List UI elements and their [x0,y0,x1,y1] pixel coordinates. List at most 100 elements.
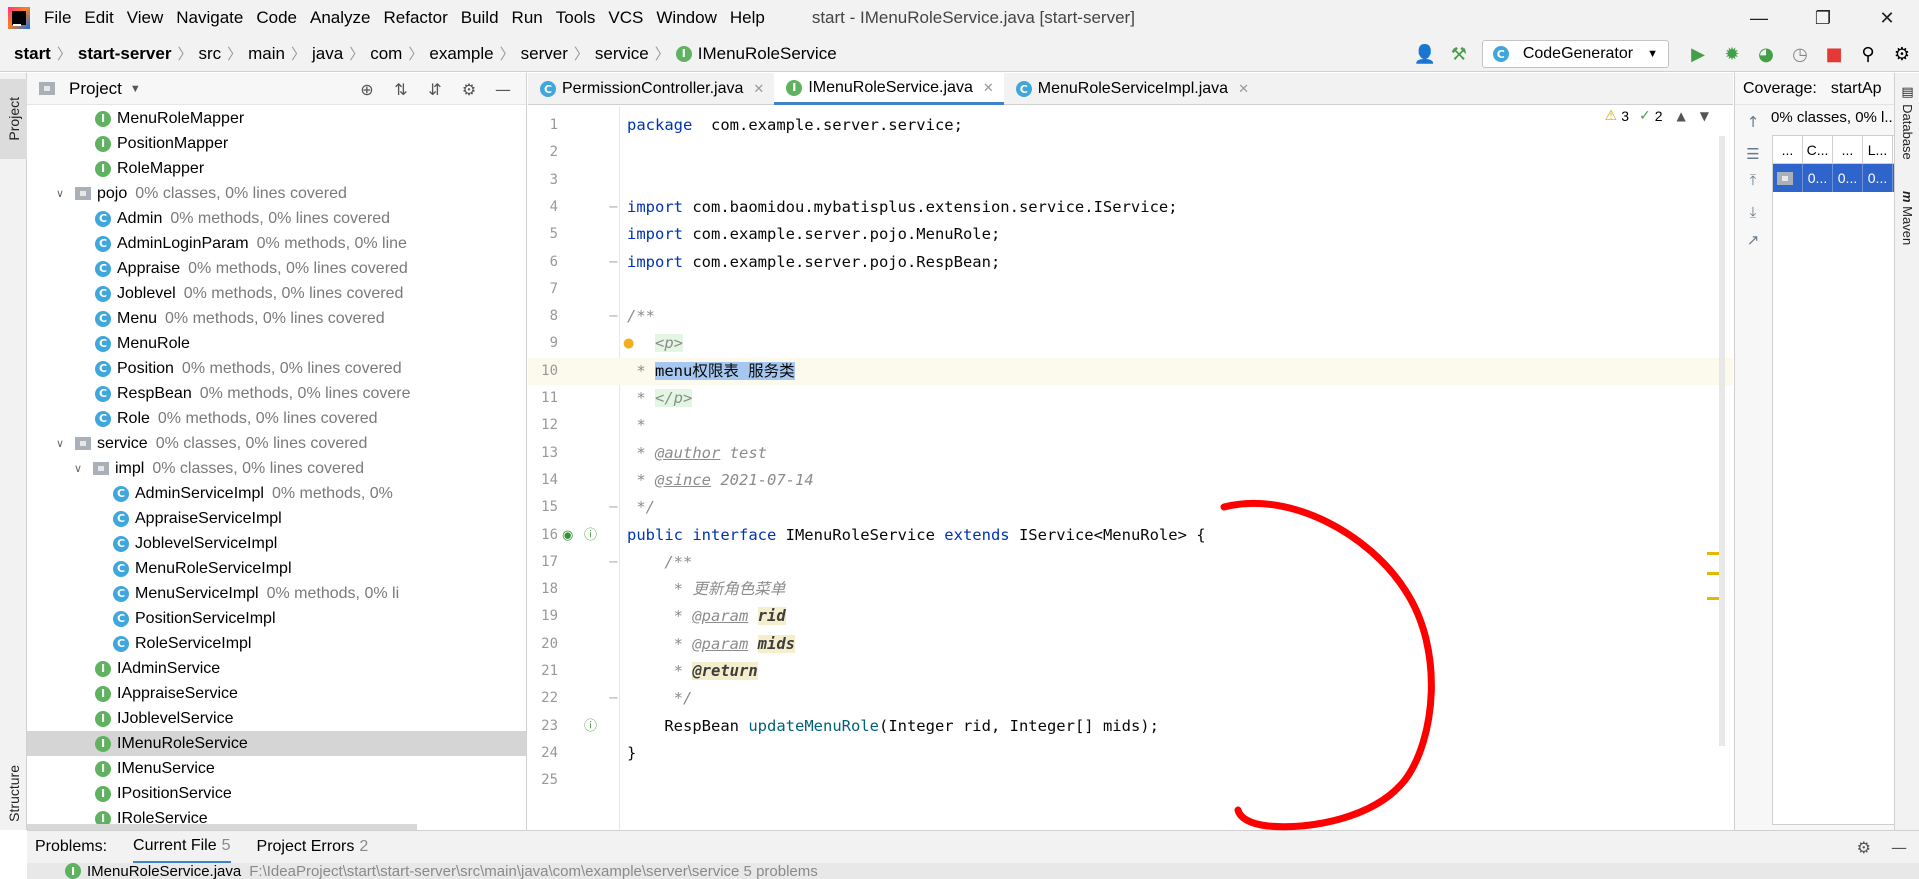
coverage-tab[interactable]: startAp [1831,80,1882,98]
tree-item[interactable]: C AdminLoginParam 0% methods, 0% line [27,231,526,256]
flatten-packages-icon[interactable]: ☰ [1743,144,1763,164]
user-icon[interactable]: 👤 [1410,39,1440,69]
breadcrumb-item[interactable]: server [521,44,568,64]
maven-tool-tab[interactable]: m Maven [1900,191,1915,245]
arrow-up-icon[interactable]: ↑ [1743,112,1763,132]
tree-item[interactable]: I IAppraiseService [27,681,526,706]
chevron-down-icon[interactable]: ▼ [1700,109,1709,123]
tree-item[interactable]: C Appraise 0% methods, 0% lines covered [27,256,526,281]
locate-target-icon[interactable]: ⊕ [352,74,382,104]
close-icon[interactable]: ✕ [1238,81,1249,97]
tree-item[interactable]: C AdminServiceImpl 0% methods, 0% [27,481,526,506]
panel-settings-gear-icon[interactable]: ⚙ [454,74,484,104]
chevron-down-icon[interactable]: ∨ [53,437,67,450]
breadcrumb-item[interactable]: start [14,44,51,64]
tree-item[interactable]: I IAdminService [27,656,526,681]
problems-file-row[interactable]: I IMenuRoleService.java F:\IdeaProject\s… [27,863,1919,879]
tree-item[interactable]: C Role 0% methods, 0% lines covered [27,406,526,431]
project-tool-tab[interactable]: Project [0,79,27,159]
debug-icon[interactable]: ✹ [1717,39,1747,69]
export-icon[interactable]: ↗ [1743,230,1763,250]
tree-item[interactable]: I IMenuService [27,756,526,781]
menu-item-refactor[interactable]: Refactor [383,8,447,28]
hide-panel-icon[interactable]: — [488,74,518,104]
chevron-down-icon[interactable]: ∨ [53,187,67,200]
coverage-table-row[interactable]: 0... 0... 0... [1773,164,1894,192]
editor-tab[interactable]: C MenuRoleServiceImpl.java ✕ [1004,73,1259,105]
project-panel-title[interactable]: Project [69,79,122,99]
breadcrumb-item[interactable]: main [248,44,285,64]
menu-item-vcs[interactable]: VCS [608,8,643,28]
editor-tab[interactable]: I IMenuRoleService.java ✕ [774,73,1004,105]
menu-item-code[interactable]: Code [256,8,297,28]
database-tool-tab[interactable]: ▤ Database [1900,85,1915,160]
search-icon[interactable]: ⚲ [1853,39,1883,69]
tree-item[interactable]: ∨ pojo 0% classes, 0% lines covered [27,181,526,206]
tree-item[interactable]: I RoleMapper [27,156,526,181]
coverage-column-header[interactable]: C... [1803,136,1833,163]
chevron-down-icon[interactable]: ▼ [130,83,141,95]
collapse-all-icon[interactable]: ⇵ [420,74,450,104]
chevron-down-icon[interactable]: ∨ [71,462,85,475]
tree-item[interactable]: C RoleServiceImpl [27,631,526,656]
menu-item-build[interactable]: Build [461,8,499,28]
tree-item[interactable]: I IJoblevelService [27,706,526,731]
tree-item[interactable]: C Admin 0% methods, 0% lines covered [27,206,526,231]
import-up-icon[interactable]: ⤒ [1743,170,1763,190]
breadcrumb-item[interactable]: java [312,44,343,64]
tree-item[interactable]: C PositionServiceImpl [27,606,526,631]
breadcrumb-item[interactable]: service [595,44,649,64]
run-with-coverage-icon[interactable]: ◕ [1751,39,1781,69]
menu-item-help[interactable]: Help [730,8,765,28]
problems-tab[interactable]: Project Errors 2 [257,831,369,864]
breadcrumb-item[interactable]: src [198,44,221,64]
settings-gear-icon[interactable]: ⚙ [1857,838,1871,857]
tree-item[interactable]: ∨ service 0% classes, 0% lines covered [27,431,526,456]
coverage-column-header[interactable]: L... [1863,136,1893,163]
breadcrumb-item[interactable]: start-server [78,44,172,64]
coverage-column-header[interactable]: ... [1773,136,1803,163]
menu-item-run[interactable]: Run [512,8,543,28]
menu-item-edit[interactable]: Edit [84,8,113,28]
menu-item-view[interactable]: View [127,8,164,28]
inspection-widget[interactable]: ⚠ 3 ✓ 2 ▲ ▼ [1605,108,1709,124]
expand-all-icon[interactable]: ⇅ [386,74,416,104]
menu-item-file[interactable]: File [44,8,71,28]
editor-tab[interactable]: C PermissionController.java ✕ [528,73,774,105]
run-configuration-select[interactable]: C CodeGenerator ▼ [1481,40,1669,68]
structure-tool-tab[interactable]: Structure [0,753,27,833]
tree-item[interactable]: I IPositionService [27,781,526,806]
coverage-column-header[interactable]: ... [1833,136,1863,163]
chevron-up-icon[interactable]: ▲ [1677,109,1686,123]
tree-item[interactable]: C JoblevelServiceImpl [27,531,526,556]
run-icon[interactable]: ▶ [1683,39,1713,69]
tree-item[interactable]: C Menu 0% methods, 0% lines covered [27,306,526,331]
stop-icon[interactable]: ■ [1819,39,1849,69]
problems-tab[interactable]: Current File 5 [133,831,231,864]
tree-item[interactable]: C MenuRole [27,331,526,356]
tree-item[interactable]: C AppraiseServiceImpl [27,506,526,531]
settings-gear-icon[interactable]: ⚙ [1887,39,1917,69]
close-icon[interactable]: ✕ [983,80,994,96]
tree-item[interactable]: C Position 0% methods, 0% lines covered [27,356,526,381]
menu-item-tools[interactable]: Tools [556,8,596,28]
build-hammer-icon[interactable]: ⚒ [1444,39,1474,69]
menu-item-window[interactable]: Window [656,8,716,28]
import-down-icon[interactable]: ⤓ [1743,202,1763,222]
tree-item[interactable]: I IMenuRoleService [27,731,526,756]
tree-item[interactable]: ∨ impl 0% classes, 0% lines covered [27,456,526,481]
breadcrumb-item[interactable]: com [370,44,402,64]
tree-item[interactable]: I PositionMapper [27,131,526,156]
minimize-button[interactable]: — [1727,0,1791,36]
menu-item-analyze[interactable]: Analyze [310,8,370,28]
menu-item-navigate[interactable]: Navigate [176,8,243,28]
close-icon[interactable]: ✕ [753,81,764,97]
vertical-scrollbar[interactable] [1719,136,1725,746]
tree-item[interactable]: C MenuRoleServiceImpl [27,556,526,581]
restore-button[interactable]: ❐ [1791,0,1855,36]
hide-panel-icon[interactable]: — [1891,838,1907,857]
tree-item[interactable]: C Joblevel 0% methods, 0% lines covered [27,281,526,306]
code-editor[interactable]: − − − ● − ◉ ⓘ − − ⓘ 1 package com.example.server.s… [528,106,1733,830]
profile-icon[interactable]: ◷ [1785,39,1815,69]
close-window-button[interactable]: ✕ [1855,0,1919,36]
